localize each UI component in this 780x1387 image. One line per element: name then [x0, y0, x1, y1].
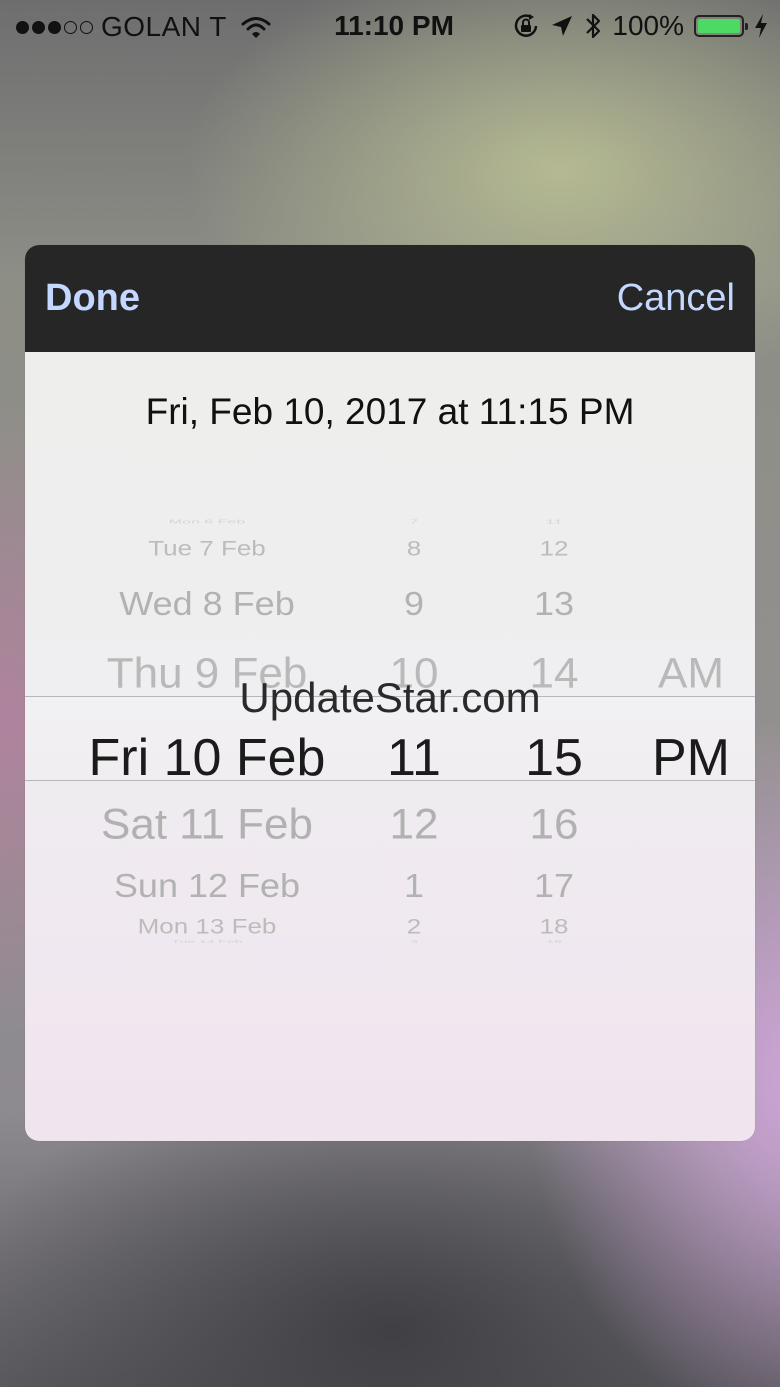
- selected-datetime-label: Fri, Feb 10, 2017 at 11:15 PM: [145, 391, 635, 432]
- battery-fill: [698, 19, 740, 33]
- rotation-lock-icon: [515, 14, 538, 37]
- location-arrow-icon: [552, 16, 573, 36]
- status-bar: GOLAN T 11:10 PM 100%: [0, 0, 780, 54]
- picker-minute-option[interactable]: 13: [404, 585, 704, 624]
- date-time-picker-wheels: Mon 6 Feb Tue 7 Feb Wed 8 Feb Thu 9 Feb Fri …: [25, 513, 755, 953]
- battery-icon: [694, 15, 748, 37]
- battery-tip: [745, 23, 748, 30]
- picker-minute-option[interactable]: 16: [404, 801, 704, 850]
- picker-minute-option[interactable]: 12: [404, 536, 704, 561]
- picker-period-option[interactable]: PM: [541, 728, 755, 788]
- status-bar-right: 100%: [512, 10, 768, 42]
- picker-minute-option[interactable]: 18: [404, 914, 704, 939]
- charging-bolt-icon: [755, 14, 767, 38]
- picker-minute-option[interactable]: 11: [404, 519, 704, 525]
- picker-minute-option[interactable]: 19: [404, 938, 704, 944]
- battery-percent: 100%: [612, 10, 684, 41]
- picker-minute-option[interactable]: 17: [404, 867, 704, 906]
- date-picker-sheet: Done Cancel Fri, Feb 10, 2017 at 11:15 P…: [25, 245, 755, 1141]
- done-button[interactable]: Done: [45, 277, 140, 320]
- cancel-button[interactable]: Cancel: [617, 277, 735, 320]
- picker-period-option[interactable]: AM: [541, 650, 755, 699]
- picker-toolbar: Done Cancel: [25, 245, 755, 352]
- bluetooth-icon: [586, 13, 601, 39]
